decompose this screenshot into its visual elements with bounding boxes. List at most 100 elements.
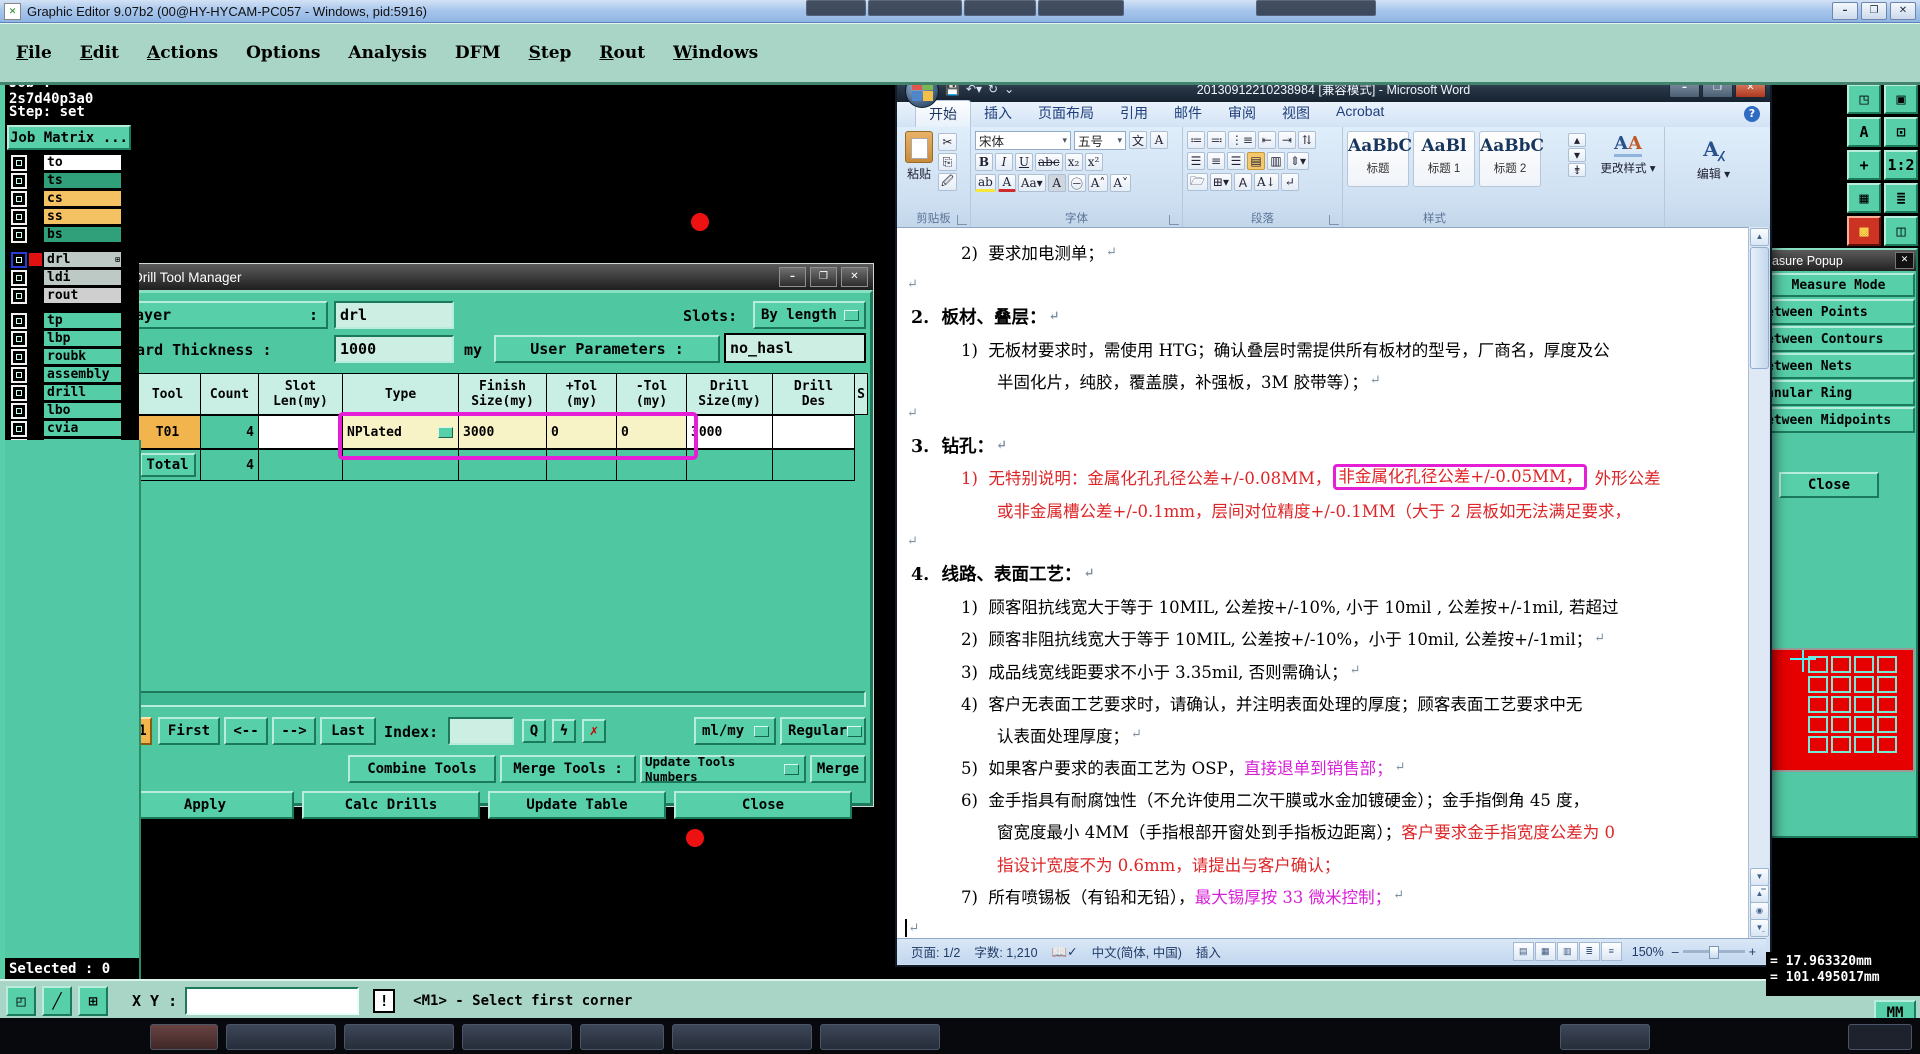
- taskbar-tray[interactable]: [1848, 1024, 1912, 1050]
- center-dot-icon[interactable]: ⊡: [1884, 117, 1918, 147]
- units-dropdown[interactable]: ml/my: [694, 717, 776, 745]
- layer-checkbox[interactable]: [11, 190, 27, 207]
- word-document[interactable]: 2) 要求加电测单； ↵ ↵ 2. 板材、叠层： ↵ 1) 无板材要求时，需使用 HTG；…: [897, 227, 1748, 947]
- layer-row-tp[interactable]: tp: [11, 312, 137, 329]
- layer-name[interactable]: cs: [44, 191, 121, 206]
- dialog-maximize-button[interactable]: ❐: [810, 267, 837, 287]
- copy-icon[interactable]: ⎘: [938, 153, 957, 171]
- layer-row-rout[interactable]: rout: [11, 287, 137, 304]
- line-mode-icon[interactable]: ╱: [42, 985, 72, 1016]
- bullets-icon[interactable]: ≔: [1187, 131, 1206, 149]
- layer-checkbox[interactable]: [11, 348, 27, 365]
- count-cell[interactable]: 4: [200, 415, 259, 449]
- layer-checkbox[interactable]: [11, 269, 27, 286]
- font-size-combo[interactable]: 五号 ▾: [1074, 131, 1126, 150]
- scroll-down-icon[interactable]: ▼: [1750, 868, 1769, 886]
- borders-icon[interactable]: ⊞▾: [1209, 173, 1232, 191]
- layer-checkbox[interactable]: [11, 226, 27, 243]
- word-tab-引用[interactable]: 引用: [1107, 100, 1161, 127]
- word-tab-邮件[interactable]: 邮件: [1161, 100, 1215, 127]
- layer-checkbox[interactable]: [11, 172, 27, 189]
- delete-icon[interactable]: ✗: [582, 719, 606, 743]
- prev-button[interactable]: <--: [224, 717, 268, 745]
- squiggle-icon[interactable]: ϟ: [552, 719, 576, 743]
- layer-checkbox[interactable]: [11, 312, 27, 329]
- dialog-titlebar[interactable]: ✕ Drill Tool Manager – ❐ ✕: [105, 264, 873, 290]
- pcb-preview[interactable]: [1762, 648, 1915, 772]
- layer-checkbox[interactable]: [11, 384, 27, 401]
- layer-name[interactable]: ss: [44, 209, 121, 224]
- tool-cell[interactable]: T01: [134, 415, 201, 449]
- layer-expand-icon[interactable]: ⊞: [115, 255, 120, 264]
- drill-des-input[interactable]: [772, 415, 855, 449]
- word-tab-Acrobat[interactable]: Acrobat: [1323, 100, 1397, 127]
- numbering-icon[interactable]: ≕: [1207, 131, 1226, 149]
- menu-dfm[interactable]: DFM: [455, 43, 501, 63]
- menu-file[interactable]: File: [16, 43, 52, 63]
- next-button[interactable]: -->: [272, 717, 316, 745]
- layer-name[interactable]: cvia: [44, 421, 121, 436]
- char-shading-icon[interactable]: A: [1047, 174, 1066, 192]
- scale-icon[interactable]: 1:2: [1884, 150, 1918, 180]
- measure-item[interactable]: nnular Ring: [1762, 380, 1915, 406]
- zoom-level[interactable]: 150%: [1632, 945, 1664, 959]
- layer-field-button[interactable]: Layer:: [116, 301, 328, 329]
- print-layout-icon[interactable]: ▤: [1512, 942, 1534, 961]
- zoom-slider-thumb[interactable]: [1708, 946, 1719, 959]
- layer-checkbox[interactable]: [11, 402, 27, 419]
- proofing-icon[interactable]: 📖✓: [1052, 944, 1078, 960]
- user-parameters-input[interactable]: no_hasl: [724, 333, 866, 363]
- line-spacing-icon[interactable]: ⇕▾: [1287, 152, 1310, 170]
- merge-button[interactable]: Merge: [810, 755, 866, 783]
- draft-icon[interactable]: ≡: [1600, 942, 1622, 961]
- word-tab-审阅[interactable]: 审阅: [1215, 100, 1269, 127]
- styles-more-icon[interactable]: ⇟: [1568, 163, 1586, 177]
- layer-row-ts[interactable]: ts: [11, 172, 137, 189]
- outdent-icon[interactable]: ⇤: [1257, 131, 1276, 149]
- close-icon[interactable]: ✕: [1895, 252, 1914, 269]
- insert-mode[interactable]: 插入: [1196, 942, 1221, 961]
- layer-checkbox[interactable]: [11, 154, 27, 171]
- measure-item[interactable]: etween Nets: [1762, 353, 1915, 379]
- layer-checkbox[interactable]: [11, 251, 27, 268]
- shading-icon[interactable]: 🗁: [1187, 173, 1208, 191]
- user-parameters-button[interactable]: User Parameters :: [494, 335, 720, 363]
- menu-analysis[interactable]: Analysis: [348, 43, 427, 63]
- total-button[interactable]: Total: [134, 449, 201, 481]
- layer-name[interactable]: drl ⊞: [44, 252, 121, 267]
- layer-row-bs[interactable]: bs: [11, 226, 137, 243]
- dialog-launcher-icon[interactable]: [1329, 215, 1339, 225]
- table-hscrollbar[interactable]: ◅: [112, 691, 866, 707]
- mode-dropdown[interactable]: Regular: [780, 717, 866, 745]
- styles-down-icon[interactable]: ▾: [1568, 148, 1586, 162]
- combine-tools-button[interactable]: Combine Tools: [348, 755, 496, 783]
- layer-name[interactable]: ldi: [44, 270, 121, 285]
- format-painter-icon[interactable]: 🖉: [938, 173, 957, 191]
- layer-name[interactable]: ts: [44, 173, 121, 188]
- text-icon[interactable]: A: [1847, 117, 1881, 147]
- zoom-slider[interactable]: [1682, 946, 1745, 959]
- grid-snap-icon[interactable]: ⊞: [78, 985, 108, 1016]
- layer-row-ldi[interactable]: ldi: [11, 269, 137, 286]
- menu-step[interactable]: Step: [529, 43, 572, 63]
- split-view-icon[interactable]: ◫: [1884, 216, 1918, 246]
- layer-name[interactable]: drill: [44, 385, 121, 400]
- zoom-out-icon[interactable]: –: [1672, 945, 1679, 959]
- layer-checkbox[interactable]: [11, 366, 27, 383]
- layer-row-drl[interactable]: drl ⊞: [11, 251, 137, 268]
- apply-button[interactable]: Apply: [116, 791, 294, 819]
- change-case-icon[interactable]: Aa▾: [1017, 174, 1046, 192]
- crosshair-icon[interactable]: +: [1847, 150, 1881, 180]
- dialog-minimize-button[interactable]: –: [779, 267, 806, 287]
- menu-windows[interactable]: Windows: [673, 43, 758, 63]
- layer-checkbox[interactable]: [11, 287, 27, 304]
- update-table-button[interactable]: Update Table: [488, 791, 666, 819]
- hatch-icon[interactable]: ▩: [1847, 216, 1881, 246]
- close-dialog-button[interactable]: Close: [674, 791, 852, 819]
- layer-row-to[interactable]: to: [11, 154, 137, 171]
- word-tab-页面布局[interactable]: 页面布局: [1025, 100, 1107, 127]
- xy-input[interactable]: [185, 986, 360, 1015]
- measure-item[interactable]: etween Contours: [1762, 326, 1915, 352]
- font-style-button-x₂[interactable]: x₂: [1064, 153, 1083, 171]
- layer-name[interactable]: bs: [44, 227, 121, 242]
